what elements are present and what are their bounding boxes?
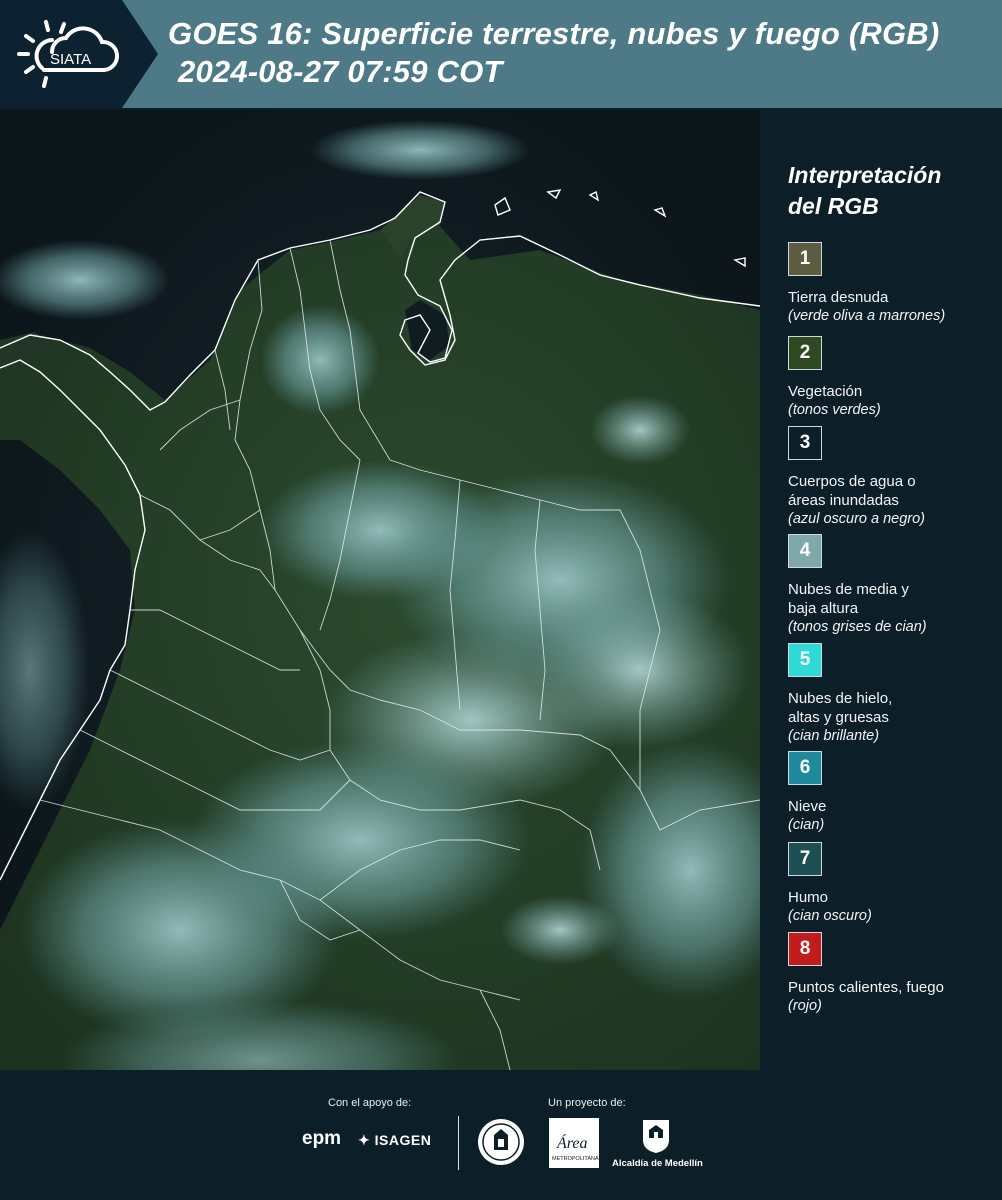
legend-number: 5 — [799, 649, 811, 670]
legend-sub: (cian) — [788, 817, 825, 833]
legend-number: 3 — [799, 432, 811, 453]
legend-swatch: 3 — [788, 426, 822, 460]
legend-panel: Interpretación del RGB 1 Tierra desnuda … — [772, 110, 1002, 1070]
legend-swatch: 6 — [788, 751, 822, 785]
legend-label: Humo — [788, 889, 829, 906]
legend-label: Nieve — [788, 798, 827, 815]
legend-item-vegetation: 2 Vegetación (tonos verdes) — [788, 336, 998, 420]
legend-item-fire: 8 Puntos calientes, fuego (rojo) — [788, 932, 998, 1016]
satellite-map[interactable] — [0, 110, 760, 1070]
page-title: GOES 16: Superficie terrestre, nubes y f… — [168, 16, 940, 51]
legend-swatch: 8 — [788, 932, 822, 966]
legend-number: 7 — [799, 848, 811, 869]
legend-label: Puntos calientes, fuego — [788, 979, 944, 996]
sun-cloud-icon: SIATA — [17, 20, 120, 88]
siata-logo-text: SIATA — [50, 51, 91, 68]
timestamp: 2024-08-27 07:59 COT — [178, 54, 503, 89]
medellin-university-seal-icon[interactable] — [476, 1117, 526, 1167]
legend-label: Vegetación — [788, 383, 863, 400]
rgb-composite-image — [0, 110, 760, 1070]
legend-item-ice-clouds: 5 Nubes de hielo, altas y gruesas (cian … — [788, 643, 998, 746]
legend-item-bare-soil: 1 Tierra desnuda (verde oliva a marrones… — [788, 242, 998, 326]
legend-label: Nubes de hielo, altas y gruesas — [788, 690, 893, 726]
legend-sub: (cian oscuro) — [788, 908, 872, 924]
legend-label: Nubes de media y baja altura — [788, 581, 909, 617]
header: SIATA GOES 16: Superficie terrestre, nub… — [0, 0, 1002, 108]
legend-item-low-clouds: 4 Nubes de media y baja altura (tonos gr… — [788, 534, 998, 637]
legend-swatch: 5 — [788, 643, 822, 677]
support-caption: Con el apoyo de: — [328, 1097, 412, 1109]
legend-swatch: 4 — [788, 534, 822, 568]
amva-text: METROPOLITANA — [552, 1156, 599, 1162]
isagen-text: ISAGEN — [374, 1132, 432, 1148]
legend-sub: (rojo) — [788, 998, 822, 1014]
legend-number: 2 — [799, 342, 811, 363]
footer-divider — [458, 1116, 459, 1170]
legend-sub: (cian brillante) — [788, 728, 880, 744]
amva-script: Área — [556, 1133, 588, 1152]
isagen-icon: ✦ — [358, 1132, 371, 1148]
project-caption: Un proyecto de: — [548, 1097, 626, 1109]
alcaldia-shield-icon[interactable] — [641, 1118, 671, 1154]
legend-label: Tierra desnuda — [788, 289, 889, 306]
footer: Con el apoyo de: Un proyecto de: epm ✦ I… — [0, 1070, 1002, 1200]
legend-item-snow: 6 Nieve (cian) — [788, 751, 998, 835]
legend-swatch: 2 — [788, 336, 822, 370]
legend-number: 6 — [799, 757, 811, 778]
legend-label: Cuerpos de agua o áreas inundadas — [788, 473, 916, 509]
legend-item-water: 3 Cuerpos de agua o áreas inundadas (azu… — [788, 426, 998, 529]
legend-swatch: 7 — [788, 842, 822, 876]
legend-sub: (tonos verdes) — [788, 402, 881, 418]
legend-number: 8 — [799, 938, 811, 959]
legend-number: 1 — [799, 248, 811, 269]
alcaldia-text: Alcaldía de Medellín — [612, 1158, 703, 1169]
legend-number: 4 — [799, 540, 811, 561]
isagen-logo[interactable]: ✦ ISAGEN — [358, 1132, 431, 1149]
legend-swatch: 1 — [788, 242, 822, 276]
epm-logo[interactable]: epm — [302, 1128, 341, 1150]
area-metropolitana-logo[interactable]: Área METROPOLITANA — [549, 1118, 599, 1168]
legend-sub: (azul oscuro a negro) — [788, 511, 926, 527]
legend-sub: (verde oliva a marrones) — [788, 308, 946, 324]
legend-title: Interpretación del RGB — [788, 162, 942, 219]
legend-sub: (tonos grises de cian) — [788, 619, 927, 635]
legend-item-smoke: 7 Humo (cian oscuro) — [788, 842, 998, 926]
